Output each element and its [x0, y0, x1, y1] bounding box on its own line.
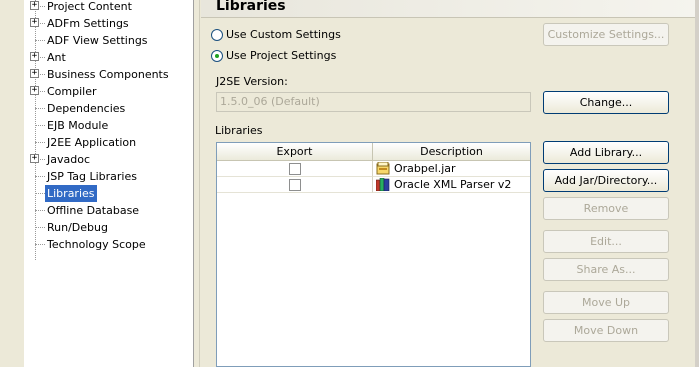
radio-label: Use Project Settings: [226, 49, 337, 62]
export-cell: [217, 177, 373, 193]
share-as-button[interactable]: Share As...: [543, 258, 669, 281]
libraries-table[interactable]: Export Description Orabpel.jar Oracle XM…: [216, 142, 531, 367]
library-name: Orabpel.jar: [394, 162, 456, 175]
settings-tree[interactable]: + Project Content + ADFm Settings ADF Vi…: [24, 0, 194, 367]
tree-item-technology-scope[interactable]: Technology Scope: [24, 236, 192, 253]
tree-item-label: EJB Module: [47, 119, 109, 132]
jar-file-icon: [376, 162, 390, 175]
libraries-panel: Libraries Use Custom Settings Use Projec…: [201, 0, 699, 367]
radio-button-icon[interactable]: [211, 29, 223, 41]
tree-item-ejb-module[interactable]: EJB Module: [24, 117, 192, 134]
expand-icon[interactable]: +: [30, 52, 39, 61]
splitter-handle[interactable]: [194, 0, 200, 367]
description-cell: Oracle XML Parser v2: [373, 177, 530, 193]
j2se-version-label: J2SE Version:: [216, 75, 288, 88]
tree-item-javadoc[interactable]: + Javadoc: [24, 151, 192, 168]
tree-item-label: ADFm Settings: [47, 17, 129, 30]
tree-item-label: Libraries: [45, 185, 97, 202]
customize-settings-button[interactable]: Customize Settings...: [543, 23, 669, 46]
tree-item-label: ADF View Settings: [47, 34, 148, 47]
export-checkbox[interactable]: [289, 179, 301, 191]
table-row[interactable]: Orabpel.jar: [217, 161, 530, 177]
move-down-button[interactable]: Move Down: [543, 319, 669, 342]
tree-item-label: Business Components: [47, 68, 169, 81]
tree-item-jsp-tag-libraries[interactable]: JSP Tag Libraries: [24, 168, 192, 185]
library-name: Oracle XML Parser v2: [394, 178, 512, 191]
tree-item-label: Ant: [47, 51, 66, 64]
radio-button-checked-icon[interactable]: [211, 50, 223, 62]
change-button[interactable]: Change...: [543, 91, 669, 114]
tree-item-adfm-settings[interactable]: + ADFm Settings: [24, 15, 192, 32]
expand-icon[interactable]: +: [30, 1, 39, 10]
tree-item-run-debug[interactable]: Run/Debug: [24, 219, 192, 236]
tree-item-compiler[interactable]: + Compiler: [24, 83, 192, 100]
radio-label: Use Custom Settings: [226, 28, 341, 41]
tree-item-project-content[interactable]: + Project Content: [24, 0, 192, 15]
tree-item-adf-view-settings[interactable]: ADF View Settings: [24, 32, 192, 49]
tree-item-business-components[interactable]: + Business Components: [24, 66, 192, 83]
tree-item-label: Compiler: [47, 85, 97, 98]
add-jar-directory-button[interactable]: Add Jar/Directory...: [543, 169, 669, 192]
tree-item-label: Project Content: [47, 0, 132, 13]
tree-item-label: Dependencies: [47, 102, 126, 115]
column-header-export[interactable]: Export: [217, 143, 373, 161]
right-edge: [695, 0, 699, 367]
tree-item-libraries[interactable]: Libraries: [24, 185, 192, 202]
expand-icon[interactable]: +: [30, 69, 39, 78]
left-margin: [0, 0, 24, 367]
tree-item-dependencies[interactable]: Dependencies: [24, 100, 192, 117]
description-cell: Orabpel.jar: [373, 161, 530, 177]
expand-icon[interactable]: +: [30, 86, 39, 95]
tree-item-label: Technology Scope: [47, 238, 146, 251]
page-title: Libraries: [216, 0, 286, 14]
export-checkbox[interactable]: [289, 163, 301, 175]
libraries-label: Libraries: [215, 124, 263, 137]
tree-item-label: Offline Database: [47, 204, 140, 217]
library-books-icon: [376, 178, 390, 191]
add-library-button[interactable]: Add Library...: [543, 141, 669, 164]
expand-icon[interactable]: +: [30, 18, 39, 27]
move-up-button[interactable]: Move Up: [543, 291, 669, 314]
edit-button[interactable]: Edit...: [543, 230, 669, 253]
remove-button[interactable]: Remove: [543, 197, 669, 220]
tree-item-j2ee-application[interactable]: J2EE Application: [24, 134, 192, 151]
tree-item-label: Run/Debug: [47, 221, 108, 234]
tree-item-offline-database[interactable]: Offline Database: [24, 202, 192, 219]
tree-item-ant[interactable]: + Ant: [24, 49, 192, 66]
tree-item-label: JSP Tag Libraries: [47, 170, 137, 183]
tree-item-label: Javadoc: [47, 153, 90, 166]
tree-item-label: J2EE Application: [47, 136, 137, 149]
page-header: Libraries: [201, 0, 699, 18]
column-header-description[interactable]: Description: [373, 143, 530, 161]
expand-icon[interactable]: +: [30, 154, 39, 163]
j2se-version-field[interactable]: 1.5.0_06 (Default): [216, 92, 531, 112]
export-cell: [217, 161, 373, 177]
table-row[interactable]: Oracle XML Parser v2: [217, 177, 530, 193]
